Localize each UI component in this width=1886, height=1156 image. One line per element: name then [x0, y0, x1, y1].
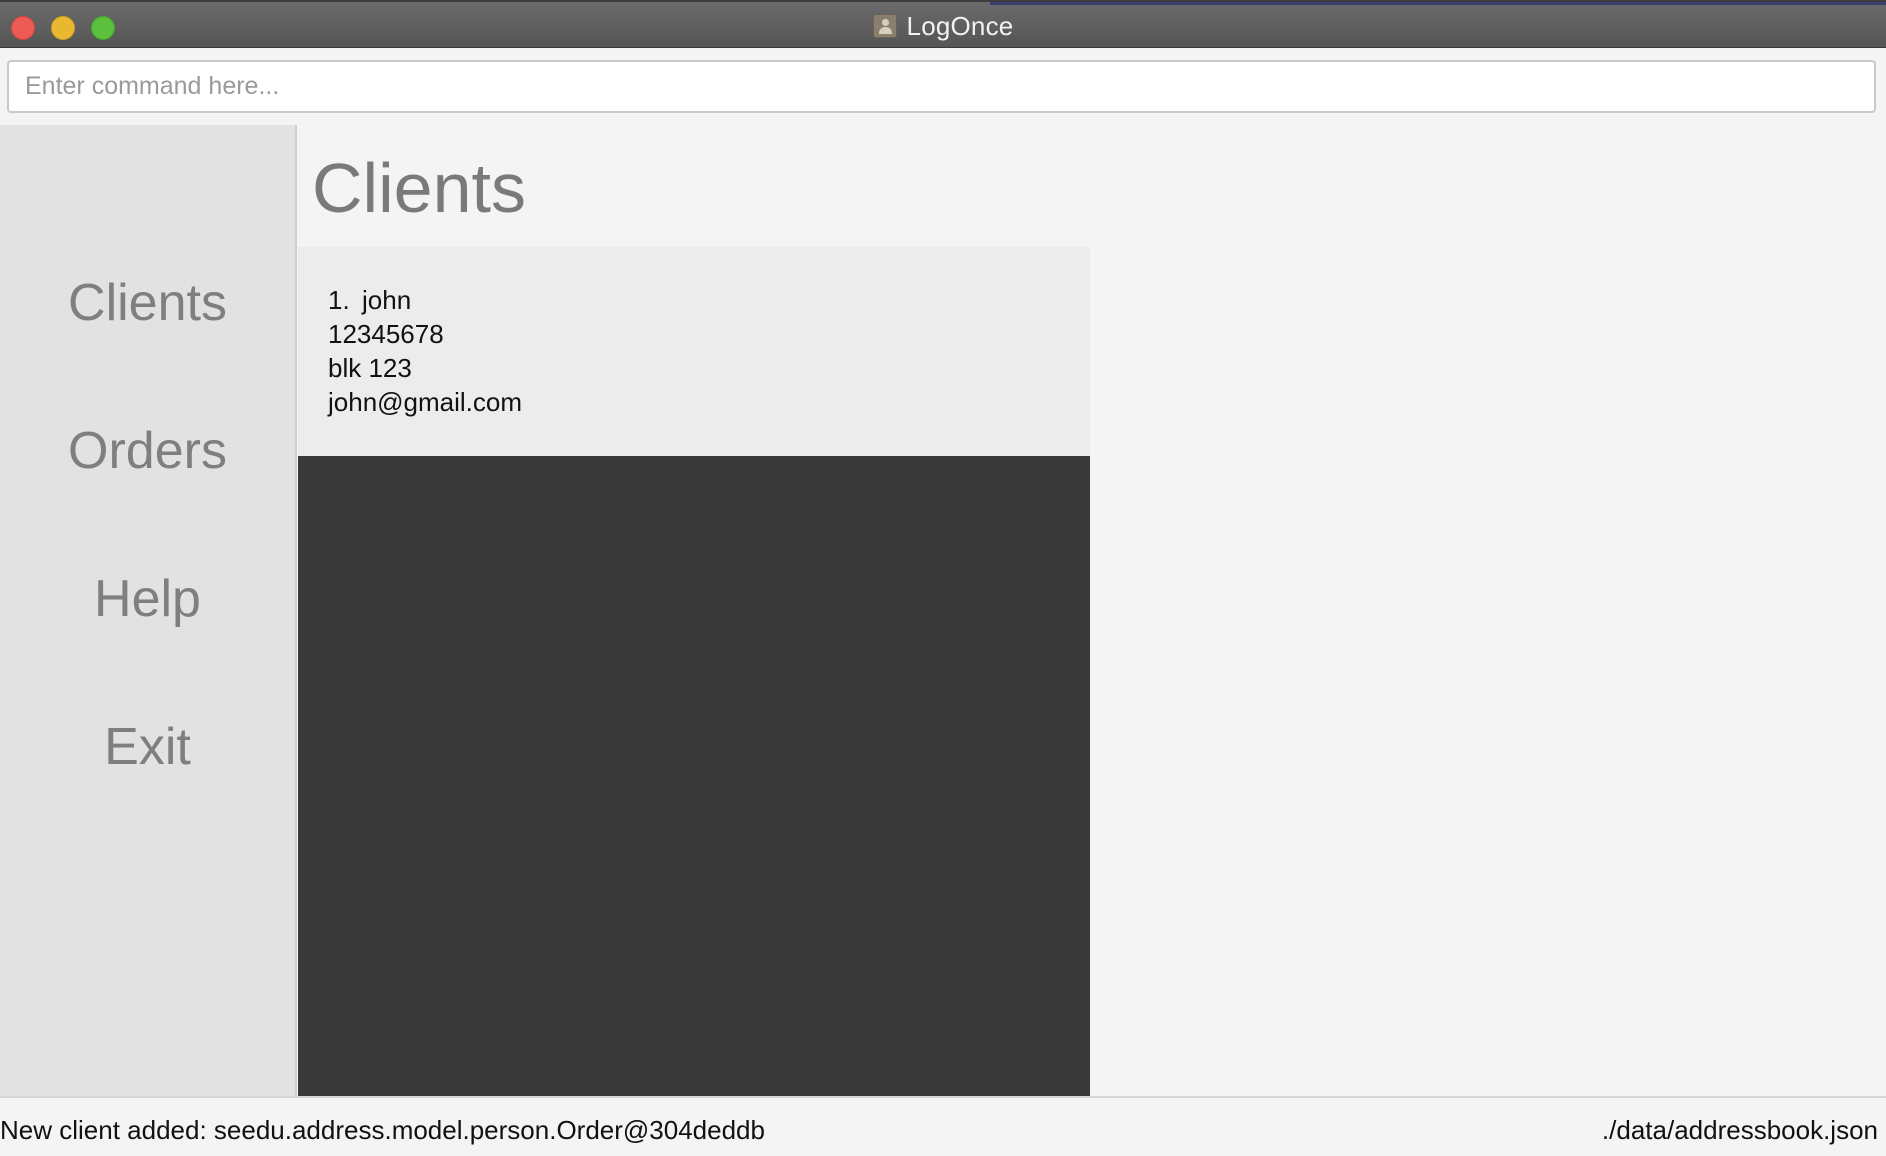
command-input[interactable]: [7, 60, 1876, 113]
sidebar: Clients Orders Help Exit: [0, 125, 297, 1096]
client-email: john@gmail.com: [328, 387, 523, 417]
command-box: [0, 49, 1886, 125]
client-card[interactable]: 1. john 12345678 blk 123 john@gmail.com: [298, 247, 1090, 456]
window-title-group: LogOnce: [0, 2, 1886, 50]
client-name-row: 1. john: [328, 283, 1090, 317]
status-message: New client added: seedu.address.model.pe…: [0, 1115, 765, 1145]
sidebar-item-help[interactable]: Help: [0, 569, 295, 629]
client-list[interactable]: 1. john 12345678 blk 123 john@gmail.com: [298, 247, 1090, 1096]
sidebar-item-clients[interactable]: Clients: [0, 273, 295, 333]
client-index: 1.: [328, 285, 350, 315]
sidebar-item-exit[interactable]: Exit: [0, 717, 295, 777]
title-bar: LogOnce: [0, 0, 1886, 48]
client-phone: 12345678: [328, 319, 444, 349]
page-title: Clients: [312, 149, 526, 227]
window-title: LogOnce: [906, 10, 1014, 41]
sidebar-item-orders[interactable]: Orders: [0, 421, 295, 481]
address-book-icon: [872, 14, 897, 38]
status-bar: New client added: seedu.address.model.pe…: [0, 1096, 1886, 1156]
client-name: john: [362, 285, 412, 315]
save-file-path: ./data/addressbook.json: [1601, 1115, 1878, 1145]
client-address: blk 123: [328, 353, 412, 383]
